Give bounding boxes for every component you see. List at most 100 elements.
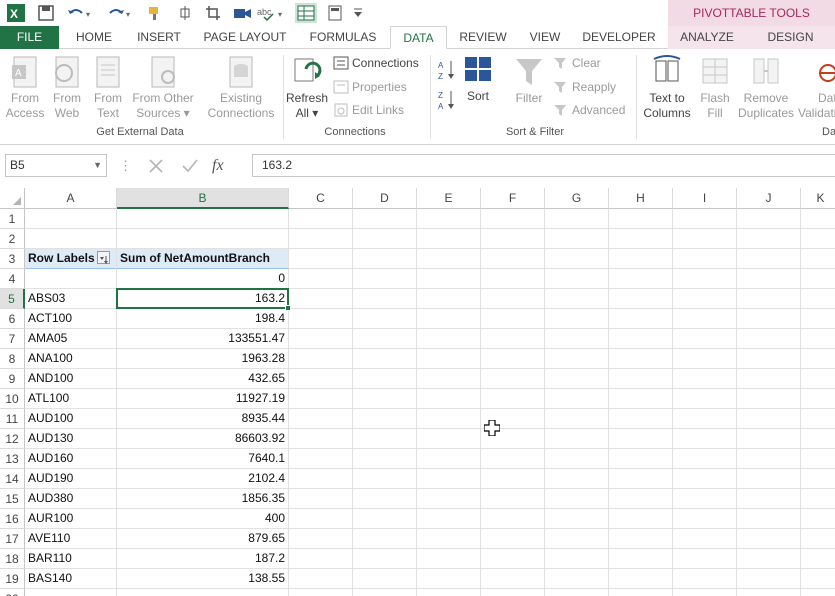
cell-c14[interactable] (289, 469, 353, 489)
save-icon[interactable] (36, 3, 56, 23)
row-header[interactable]: 16 (0, 509, 25, 529)
cell-e10[interactable] (417, 389, 481, 409)
cell-e15[interactable] (417, 489, 481, 509)
cell-c11[interactable] (289, 409, 353, 429)
column-header-c[interactable]: C (289, 188, 353, 209)
cell-g7[interactable] (545, 329, 609, 349)
column-header-k[interactable]: K (801, 188, 835, 209)
cell-f4[interactable] (481, 269, 545, 289)
format-painter-icon[interactable] (146, 3, 164, 23)
data-validation-button[interactable]: DataValidati (798, 55, 835, 121)
pivot-row-label[interactable]: AVE110 (25, 529, 117, 549)
chevron-down-icon[interactable]: ▼ (93, 155, 102, 176)
cell-k15[interactable] (801, 489, 835, 509)
camera-icon[interactable] (232, 3, 254, 23)
cell-c2[interactable] (289, 229, 353, 249)
cell-k18[interactable] (801, 549, 835, 569)
cell-i13[interactable] (673, 449, 737, 469)
cell-a3[interactable]: Row Labels (25, 249, 117, 269)
cell-h11[interactable] (609, 409, 673, 429)
row-header[interactable]: 15 (0, 489, 25, 509)
cell-h9[interactable] (609, 369, 673, 389)
row-header[interactable]: 2 (0, 229, 25, 249)
cell-d6[interactable] (353, 309, 417, 329)
column-header-h[interactable]: H (609, 188, 673, 209)
cell-c3[interactable] (289, 249, 353, 269)
cell-c1[interactable] (289, 209, 353, 229)
row-header[interactable]: 4 (0, 269, 25, 289)
row-header[interactable]: 11 (0, 409, 25, 429)
cell-h7[interactable] (609, 329, 673, 349)
cell-i8[interactable] (673, 349, 737, 369)
tab-insert[interactable]: INSERT (128, 26, 190, 49)
cell-a1[interactable] (25, 209, 117, 229)
formula-input[interactable]: 163.2 (252, 154, 835, 177)
refresh-all-button[interactable]: Refresh All ▾ (286, 55, 328, 121)
cell-h6[interactable] (609, 309, 673, 329)
cell-i2[interactable] (673, 229, 737, 249)
cell-k13[interactable] (801, 449, 835, 469)
cell-d3[interactable] (353, 249, 417, 269)
cell-c6[interactable] (289, 309, 353, 329)
cell-h3[interactable] (609, 249, 673, 269)
row-header[interactable]: 7 (0, 329, 25, 349)
cell-j5[interactable] (737, 289, 801, 309)
cell-i7[interactable] (673, 329, 737, 349)
cell-f5[interactable] (481, 289, 545, 309)
cell-j7[interactable] (737, 329, 801, 349)
cell-k2[interactable] (801, 229, 835, 249)
sort-a-to-z-button[interactable]: AZ (438, 60, 456, 81)
cell-d20[interactable] (353, 589, 417, 596)
cell-d15[interactable] (353, 489, 417, 509)
cell-c10[interactable] (289, 389, 353, 409)
cell-d2[interactable] (353, 229, 417, 249)
insert-function-icon[interactable]: fx (212, 157, 224, 175)
cell-d5[interactable] (353, 289, 417, 309)
cell-k4[interactable] (801, 269, 835, 289)
cell-e18[interactable] (417, 549, 481, 569)
column-header-a[interactable]: A (25, 188, 117, 209)
cell-b1[interactable] (117, 209, 289, 229)
cell-k17[interactable] (801, 529, 835, 549)
remove-duplicates-button[interactable]: Remove Duplicates (736, 55, 796, 121)
cell-i19[interactable] (673, 569, 737, 589)
from-access-button[interactable]: A From Access (4, 55, 46, 121)
cell-e14[interactable] (417, 469, 481, 489)
cell-f1[interactable] (481, 209, 545, 229)
tab-design[interactable]: DESIGN (746, 26, 835, 49)
pivot-row-value[interactable]: 432.65 (117, 369, 289, 389)
cell-i16[interactable] (673, 509, 737, 529)
cell-i3[interactable] (673, 249, 737, 269)
pivot-row-value[interactable]: 7640.1 (117, 449, 289, 469)
pivot-row-label[interactable]: AUD380 (25, 489, 117, 509)
cell-i17[interactable] (673, 529, 737, 549)
cell-c5[interactable] (289, 289, 353, 309)
name-box[interactable]: B5 ▼ (5, 154, 107, 177)
row-header[interactable]: 17 (0, 529, 25, 549)
cell-f18[interactable] (481, 549, 545, 569)
row-header[interactable]: 3 (0, 249, 25, 269)
filter-dropdown-icon[interactable] (96, 251, 110, 265)
cell-a2[interactable] (25, 229, 117, 249)
cell-i6[interactable] (673, 309, 737, 329)
row-header[interactable]: 6 (0, 309, 25, 329)
calculator-icon[interactable] (326, 3, 344, 23)
pivot-row-value[interactable]: 138.55 (117, 569, 289, 589)
cell-k16[interactable] (801, 509, 835, 529)
row-header[interactable]: 10 (0, 389, 25, 409)
cell-d13[interactable] (353, 449, 417, 469)
pivot-row-value[interactable]: 0 (117, 269, 289, 289)
cell-h4[interactable] (609, 269, 673, 289)
row-header[interactable]: 1 (0, 209, 25, 229)
flash-fill-button[interactable]: Flash Fill (696, 55, 734, 121)
cell-i15[interactable] (673, 489, 737, 509)
cell-e16[interactable] (417, 509, 481, 529)
pivot-row-label[interactable]: ACT100 (25, 309, 117, 329)
cell-c20[interactable] (289, 589, 353, 596)
cell-h5[interactable] (609, 289, 673, 309)
cell-f14[interactable] (481, 469, 545, 489)
filter-button[interactable]: Filter (508, 55, 550, 106)
cell-k10[interactable] (801, 389, 835, 409)
cell-f15[interactable] (481, 489, 545, 509)
cell-d19[interactable] (353, 569, 417, 589)
